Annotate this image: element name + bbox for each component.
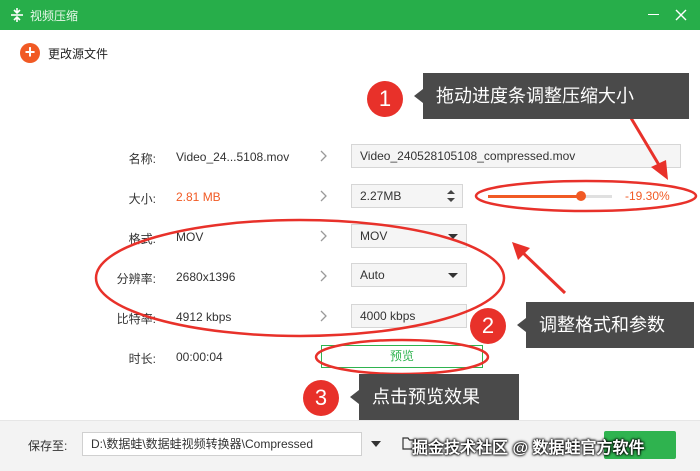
path-dropdown-icon[interactable]: [371, 441, 381, 447]
size-slider-fill: [488, 195, 581, 198]
step-2-text: 调整格式和参数: [539, 315, 665, 335]
step-2-callout: 调整格式和参数: [517, 302, 694, 348]
compress-icon: [11, 8, 23, 22]
source-size-value: 2.81 MB: [176, 190, 221, 204]
chevron-right-icon: [320, 150, 327, 162]
dropdown-arrow-icon: [448, 273, 458, 278]
dropdown-arrow-icon: [448, 234, 458, 239]
step-3-badge: 3: [303, 380, 339, 416]
spinner-arrows-icon[interactable]: [446, 188, 456, 204]
resolution-select-value: Auto: [360, 268, 385, 282]
preview-button[interactable]: 预览: [321, 345, 483, 368]
chevron-right-icon: [320, 190, 327, 202]
format-select-value: MOV: [360, 229, 388, 243]
output-size-value: 2.27MB: [360, 189, 402, 203]
format-select[interactable]: MOV: [351, 224, 467, 248]
callout-pointer: [414, 89, 423, 103]
minimize-button[interactable]: [648, 14, 659, 15]
chevron-right-icon: [320, 230, 327, 242]
output-name-field[interactable]: Video_240528105108_compressed.mov: [351, 144, 681, 168]
source-bitrate-value: 4912 kbps: [176, 310, 232, 324]
arrow-to-params: [518, 248, 567, 295]
step-1-text: 拖动进度条调整压缩大小: [436, 86, 634, 106]
bitrate-label: 比特率:: [116, 312, 156, 326]
change-source-button[interactable]: 更改源文件: [48, 45, 108, 62]
name-label: 名称:: [128, 152, 156, 166]
step-1-callout: 拖动进度条调整压缩大小: [414, 73, 689, 119]
bitrate-field[interactable]: 4000 kbps: [351, 304, 467, 328]
duration-value: 00:00:04: [176, 350, 223, 364]
size-slider[interactable]: [488, 191, 612, 201]
source-name-value: Video_24...5108.mov: [176, 150, 290, 164]
chevron-right-icon: [320, 310, 327, 322]
output-size-stepper[interactable]: 2.27MB: [351, 184, 463, 208]
output-path-field[interactable]: D:\数据蛙\数据蛙视频转换器\Compressed: [82, 432, 362, 456]
callout-pointer: [517, 318, 526, 332]
callout-pointer: [350, 390, 359, 404]
bitrate-value: 4000 kbps: [360, 309, 416, 323]
source-format-value: MOV: [176, 230, 204, 244]
size-slider-handle[interactable]: [576, 191, 586, 201]
output-name-value: Video_240528105108_compressed.mov: [360, 149, 576, 163]
size-label: 大小:: [128, 192, 156, 206]
step-1-badge: 1: [367, 81, 403, 117]
watermark-text: 掘金技术社区 @ 数据蛙官方软件: [412, 440, 645, 457]
step-2-badge: 2: [470, 308, 506, 344]
format-label: 格式:: [128, 232, 156, 246]
resolution-select[interactable]: Auto: [351, 263, 467, 287]
source-resolution-value: 2680x1396: [176, 270, 236, 284]
title-bar: 视频压缩: [0, 0, 700, 30]
duration-label: 时长:: [128, 352, 156, 366]
save-to-label: 保存至:: [28, 439, 68, 453]
add-icon[interactable]: +: [20, 43, 40, 63]
close-icon[interactable]: [672, 6, 690, 24]
arrow-to-params-head: [512, 242, 530, 260]
chevron-right-icon: [320, 270, 327, 282]
size-slider-percent: -19.30%: [625, 189, 670, 203]
step-3-text: 点击预览效果: [372, 387, 480, 407]
window-title: 视频压缩: [30, 9, 79, 23]
resolution-label: 分辨率:: [116, 272, 156, 286]
step-3-callout: 点击预览效果: [350, 374, 519, 420]
